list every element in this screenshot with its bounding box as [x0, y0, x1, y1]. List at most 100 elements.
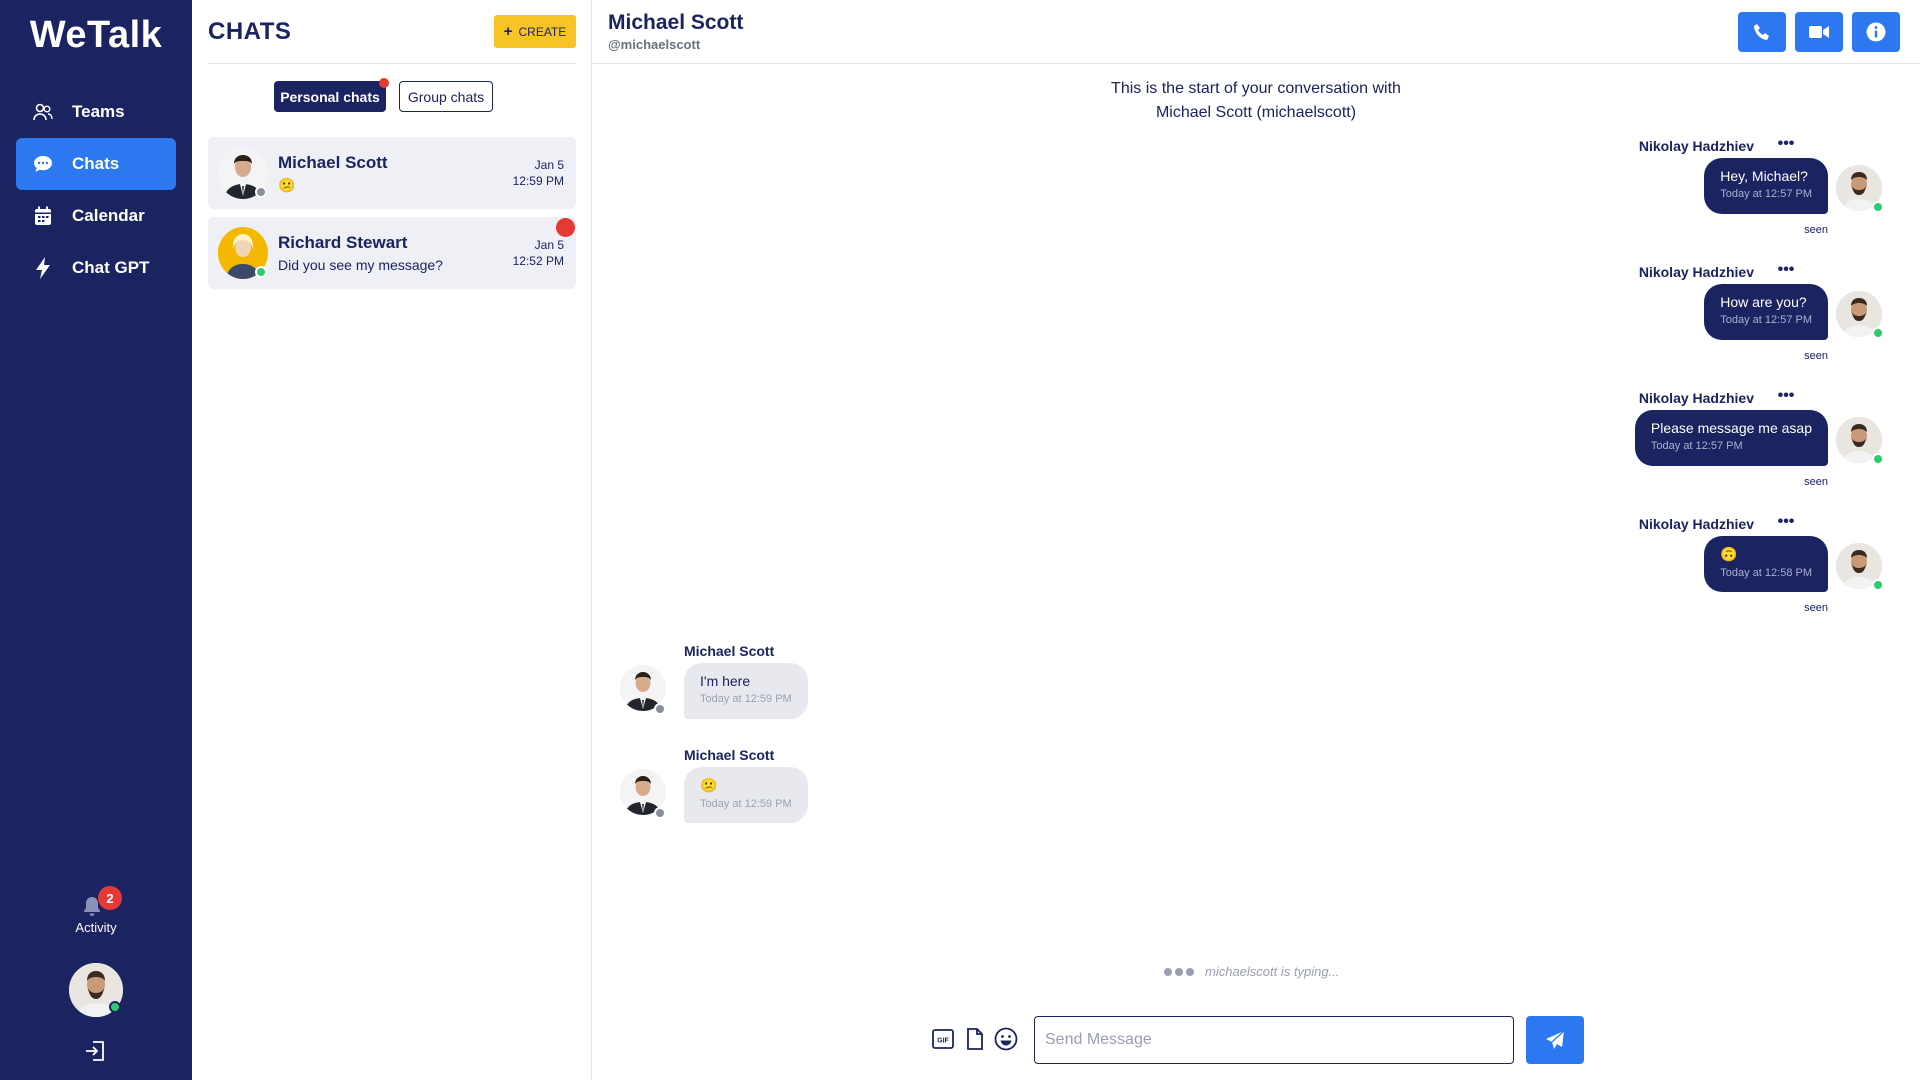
- phone-icon: [1754, 24, 1769, 40]
- message-sender: Nikolay Hadzhiev: [1638, 138, 1754, 154]
- chat-item-richard-stewart[interactable]: Richard Stewart Did you see my message? …: [208, 217, 576, 289]
- outgoing-message: Nikolay Hadzhiev ••• How are you? Today …: [592, 262, 1920, 384]
- chat-bubble-icon: [32, 153, 54, 175]
- chat-date: Jan 5: [534, 238, 564, 252]
- activity-badge: 2: [98, 886, 122, 910]
- typing-text: michaelscott is typing...: [1205, 964, 1340, 979]
- sidebar-item-chats[interactable]: Chats: [16, 138, 176, 190]
- message-text: 🙃: [1720, 546, 1738, 562]
- more-options-icon[interactable]: •••: [1774, 388, 1798, 404]
- message-time: Today at 12:57 PM: [1720, 188, 1812, 200]
- activity-button[interactable]: 2 Activity: [0, 882, 192, 935]
- chat-date: Jan 5: [534, 158, 564, 172]
- typing-dots-icon: [1164, 964, 1197, 979]
- tab-label: Group chats: [407, 88, 485, 105]
- conversation-name: Michael Scott: [608, 11, 744, 34]
- users-icon: [32, 101, 54, 123]
- chat-preview: 😕: [278, 177, 296, 193]
- outgoing-message: Nikolay Hadzhiev ••• Hey, Michael? Today…: [592, 136, 1920, 258]
- message-sender: Nikolay Hadzhiev: [1638, 264, 1754, 280]
- typing-indicator: michaelscott is typing...: [1164, 964, 1339, 979]
- conversation-start-line: Michael Scott (michaelscott): [1155, 104, 1357, 121]
- send-icon: [1546, 1030, 1565, 1049]
- voice-call-button[interactable]: [1738, 12, 1786, 52]
- sidebar-item-label: Calendar: [72, 206, 145, 225]
- message-bubble: 😕 Today at 12:59 PM: [684, 767, 808, 823]
- online-dot: [255, 266, 267, 278]
- logout-button[interactable]: [84, 1040, 108, 1064]
- chat-item-michael-scott[interactable]: Michael Scott 😕 Jan 5 12:59 PM: [208, 137, 576, 209]
- message-text: How are you?: [1720, 294, 1807, 310]
- svg-text:GIF: GIF: [937, 1038, 949, 1045]
- chat-preview: Did you see my message?: [278, 257, 443, 273]
- chat-timestamp: Jan 5 12:52 PM: [513, 237, 564, 269]
- message-text: I'm here: [700, 673, 751, 689]
- chats-title: CHATS: [208, 18, 292, 45]
- conversation-handle: @michaelscott: [608, 37, 701, 52]
- tab-group-chats[interactable]: Group chats: [399, 81, 493, 112]
- gif-button[interactable]: GIF: [930, 1025, 956, 1053]
- emoji-icon: [994, 1027, 1018, 1051]
- send-button[interactable]: [1526, 1016, 1584, 1064]
- message-bubble: 🙃 Today at 12:58 PM: [1704, 536, 1828, 592]
- conversation-header: Michael Scott @michaelscott: [592, 0, 1920, 64]
- seen-status: seen: [1804, 602, 1828, 614]
- message-time: Today at 12:57 PM: [1650, 440, 1743, 452]
- outgoing-message: Nikolay Hadzhiev ••• 🙃 Today at 12:58 PM…: [592, 514, 1920, 636]
- logout-icon: [86, 1041, 104, 1061]
- sidebar-item-teams[interactable]: Teams: [16, 86, 176, 138]
- message-sender: Nikolay Hadzhiev: [1638, 390, 1754, 406]
- info-icon: [1866, 22, 1886, 42]
- notification-dot: [379, 78, 389, 88]
- video-camera-icon: [1809, 26, 1829, 38]
- message-composer: GIF: [592, 1014, 1920, 1066]
- message-bubble: Please message me asap Today at 12:57 PM: [1634, 410, 1828, 466]
- message-input[interactable]: [1034, 1016, 1514, 1064]
- online-dot: [1872, 579, 1884, 591]
- video-call-button[interactable]: [1795, 12, 1843, 52]
- incoming-message: Michael Scott 😕 Today at 12:59 PM: [592, 747, 992, 847]
- sidebar-item-calendar[interactable]: Calendar: [16, 190, 176, 242]
- info-button[interactable]: [1852, 12, 1900, 52]
- message-bubble: Hey, Michael? Today at 12:57 PM: [1704, 158, 1828, 214]
- attach-file-button[interactable]: [962, 1025, 988, 1053]
- tab-personal-chats[interactable]: Personal chats: [274, 78, 389, 112]
- outgoing-message: Nikolay Hadzhiev ••• Please message me a…: [592, 388, 1920, 510]
- create-label: CREATE: [518, 24, 567, 39]
- user-online-dot: [109, 1001, 121, 1013]
- plus-icon: +: [503, 23, 513, 40]
- create-button[interactable]: + CREATE: [494, 15, 576, 48]
- incoming-message: Michael Scott I'm here Today at 12:59 PM: [592, 643, 992, 743]
- conversation-start-line: This is the start of your conversation w…: [1111, 80, 1401, 97]
- message-time: Today at 12:58 PM: [1720, 567, 1812, 579]
- offline-dot: [255, 186, 267, 198]
- sidebar-item-chat-gpt[interactable]: Chat GPT: [16, 242, 176, 294]
- message-text: Please message me asap: [1650, 420, 1812, 436]
- more-options-icon[interactable]: •••: [1774, 514, 1798, 530]
- seen-status: seen: [1804, 350, 1828, 362]
- online-dot: [1872, 327, 1884, 339]
- message-sender: Nikolay Hadzhiev: [1638, 516, 1754, 532]
- online-dot: [1872, 201, 1884, 213]
- chat-name: Richard Stewart: [278, 233, 408, 252]
- sidebar: WeTalk Teams Chats Calendar Chat GPT 2 A…: [0, 0, 192, 1080]
- chat-time: 12:52 PM: [512, 254, 564, 268]
- conversation-pane: Michael Scott @michaelscott This is the …: [592, 0, 1920, 1080]
- more-options-icon[interactable]: •••: [1774, 136, 1798, 152]
- sidebar-item-label: Chats: [72, 154, 120, 173]
- app-logo: WeTalk: [29, 14, 163, 56]
- offline-dot: [654, 807, 666, 819]
- message-time: Today at 12:57 PM: [1720, 314, 1812, 326]
- offline-dot: [654, 703, 666, 715]
- sidebar-item-label: Chat GPT: [72, 258, 150, 277]
- emoji-button[interactable]: [993, 1025, 1019, 1053]
- message-sender: Michael Scott: [684, 643, 775, 659]
- seen-status: seen: [1804, 224, 1828, 236]
- bolt-icon: [32, 257, 54, 279]
- message-text: 😕: [700, 777, 718, 793]
- divider: [208, 63, 576, 64]
- more-options-icon[interactable]: •••: [1774, 262, 1798, 278]
- seen-status: seen: [1804, 476, 1828, 488]
- online-dot: [1872, 453, 1884, 465]
- chat-time: 12:59 PM: [512, 174, 564, 188]
